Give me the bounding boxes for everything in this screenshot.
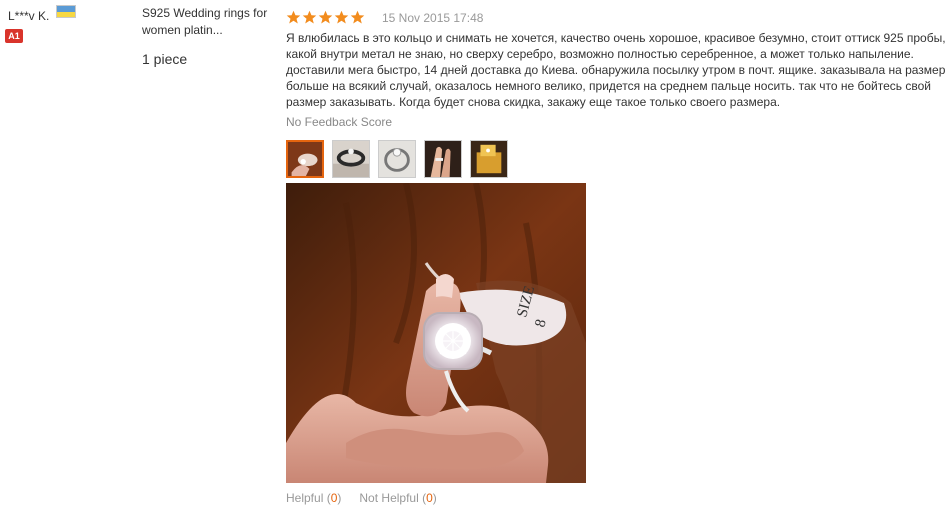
- helpful-count: 0: [330, 491, 338, 505]
- vote-row: Helpful (0) Not Helpful (0): [286, 491, 946, 505]
- review-column: 15 Nov 2015 17:48 Я влюбилась в это коль…: [286, 9, 946, 505]
- review-text: Я влюбилась в это кольцо и снимать не хо…: [286, 31, 946, 109]
- review-date: 15 Nov 2015 17:48: [382, 10, 484, 25]
- ring-hand-photo-icon: [425, 141, 461, 177]
- photo-thumbnail-4[interactable]: [424, 140, 462, 178]
- not-helpful-label: Not Helpful: [359, 491, 419, 505]
- photo-thumbnail-1[interactable]: [286, 140, 324, 178]
- product-column: S925 Wedding rings for women platin... 1…: [142, 5, 272, 67]
- photo-thumbnail-2[interactable]: [332, 140, 370, 178]
- ring-closeup-photo-icon: [379, 141, 415, 177]
- ring-tag-photo-icon: [288, 142, 322, 176]
- product-quantity: 1 piece: [142, 51, 188, 67]
- star-icon: [334, 10, 349, 24]
- reviewer-name: L***v K.: [8, 9, 50, 23]
- photo-thumbnails: [286, 140, 946, 178]
- feedback-score: No Feedback Score: [286, 115, 393, 129]
- not-helpful-count: 0: [426, 491, 433, 505]
- ring-on-finger-photo: SIZE 8: [286, 183, 586, 483]
- review-meta: 15 Nov 2015 17:48: [286, 9, 946, 26]
- not-helpful-link[interactable]: Not Helpful (0): [359, 491, 436, 505]
- star-icon: [286, 10, 301, 24]
- ring-box-photo-icon: [333, 141, 369, 177]
- star-icon: [302, 10, 317, 24]
- star-icon: [318, 10, 333, 24]
- star-rating: [286, 10, 366, 25]
- photo-thumbnail-3[interactable]: [378, 140, 416, 178]
- product-name[interactable]: S925 Wedding rings for women platin...: [142, 5, 272, 39]
- reviewer-column: L***v K.: [8, 5, 128, 27]
- photo-thumbnail-5[interactable]: [470, 140, 508, 178]
- helpful-link[interactable]: Helpful (0): [286, 491, 341, 505]
- package-photo-icon: [471, 141, 507, 177]
- helpful-label: Helpful: [286, 491, 324, 505]
- ukraine-flag-icon: [55, 5, 76, 18]
- review-main-photo[interactable]: SIZE 8: [286, 183, 586, 483]
- reviewer-level-badge: A1: [5, 29, 23, 43]
- star-icon: [350, 10, 365, 24]
